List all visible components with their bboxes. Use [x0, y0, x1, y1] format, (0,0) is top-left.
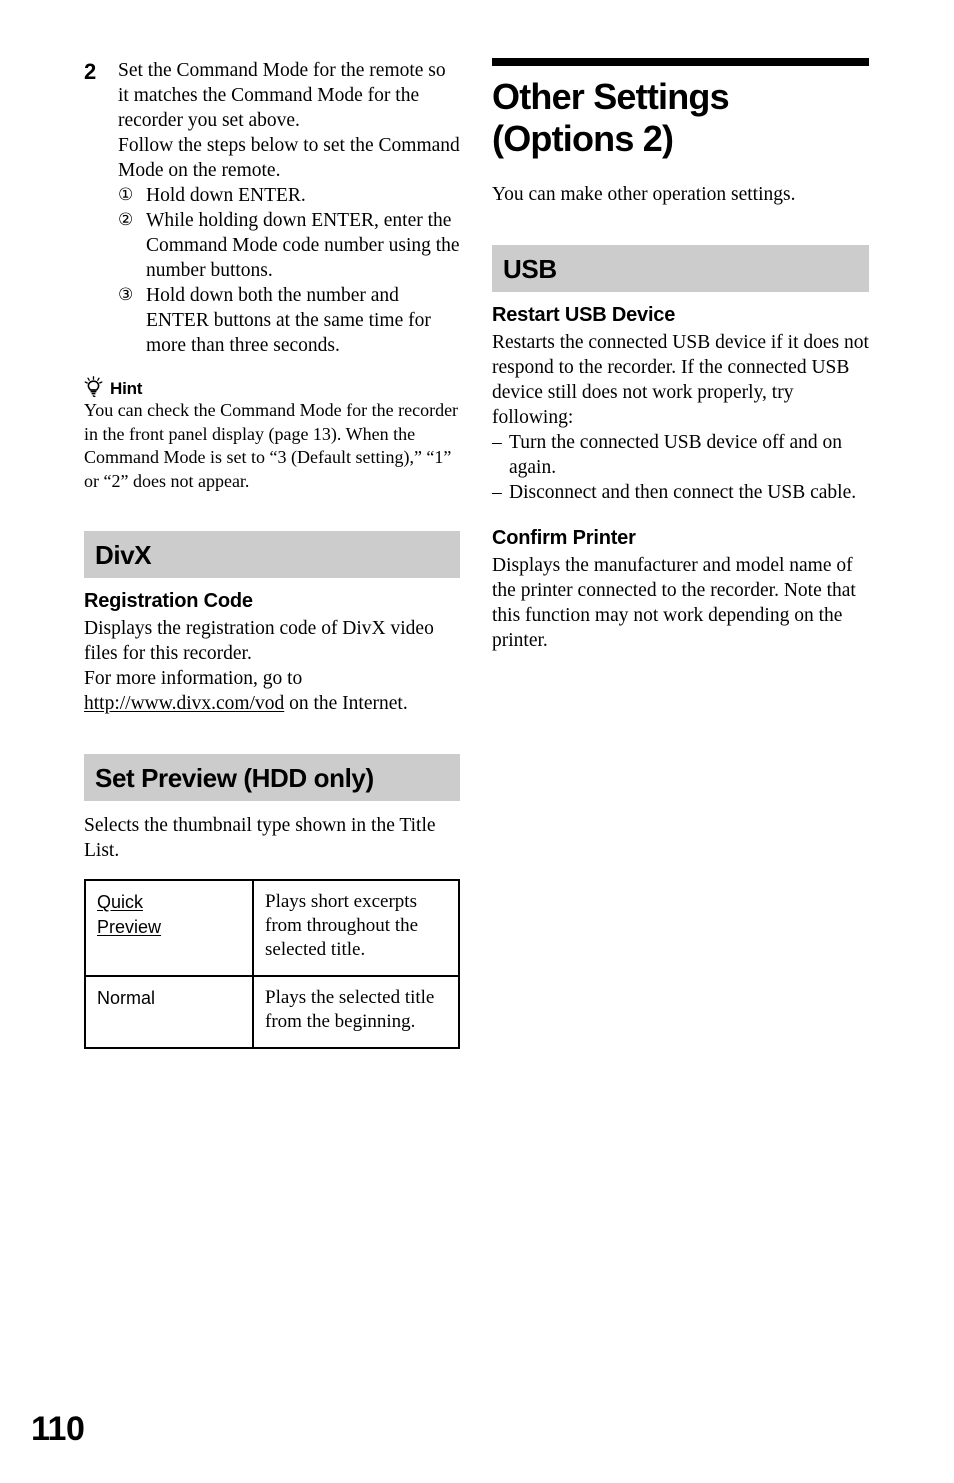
restart-usb-bullet-list: – Turn the connected USB device off and … — [492, 430, 869, 505]
circled-number-1-icon: ① — [118, 185, 134, 205]
step-paragraph-1: Set the Command Mode for the remote so i… — [118, 60, 446, 131]
hint-block: Hint You can check the Command Mode for … — [84, 376, 460, 493]
restart-usb-paragraph: Restarts the connected USB device if it … — [492, 332, 869, 428]
restart-usb-device-block: Restart USB Device Restarts the connecte… — [492, 304, 869, 505]
section-title: DivX — [95, 539, 152, 570]
section-title: USB — [503, 253, 557, 284]
section-header-divx: DivX — [84, 531, 460, 578]
set-preview-intro: Selects the thumbnail type shown in the … — [84, 815, 436, 861]
usb-section: USB Restart USB Device Restarts the conn… — [492, 245, 869, 653]
term-line-1: Normal — [97, 988, 156, 1008]
circled-number-3-icon: ③ — [118, 285, 134, 305]
page-number: 110 — [31, 1410, 85, 1448]
table-cell-description: Plays the selected title from the beginn… — [252, 975, 460, 1049]
sub-heading-restart-usb-device: Restart USB Device — [492, 304, 676, 326]
term-line-1: Quick — [97, 892, 144, 912]
divx-vod-link[interactable]: http://www.divx.com/vod — [84, 693, 284, 714]
left-column: 2 Set the Command Mode for the remote so… — [84, 58, 460, 1049]
sub-heading-confirm-printer: Confirm Printer — [492, 527, 636, 549]
list-item-text: Turn the connected USB device off and on… — [509, 432, 843, 478]
substep-text: Hold down both the number and ENTER butt… — [146, 285, 431, 356]
substep-item: ③ Hold down both the number and ENTER bu… — [118, 283, 460, 358]
hint-header: Hint — [84, 376, 460, 398]
substep-text: While holding down ENTER, enter the Comm… — [146, 210, 460, 281]
substep-text: Hold down ENTER. — [146, 185, 306, 206]
section-header-set-preview: Set Preview (HDD only) — [84, 754, 460, 801]
confirm-printer-block: Confirm Printer Displays the manufacture… — [492, 527, 869, 653]
document-page: 2 Set the Command Mode for the remote so… — [0, 0, 954, 1483]
list-item-text: Disconnect and then connect the USB cabl… — [509, 482, 857, 503]
chapter-intro: You can make other operation settings. — [492, 184, 796, 205]
set-preview-section: Set Preview (HDD only) Selects the thumb… — [84, 754, 460, 1049]
lightbulb-icon — [84, 376, 103, 398]
step-number: 2 — [84, 59, 96, 84]
divx-section: DivX Registration Code Displays the regi… — [84, 531, 460, 716]
dash-marker-icon: – — [492, 432, 502, 453]
section-title: Set Preview (HDD only) — [95, 762, 374, 793]
substep-item: ① Hold down ENTER. — [118, 183, 460, 208]
step-paragraph-2: Follow the steps below to set the Comman… — [118, 135, 460, 181]
table-row: Normal Plays the selected title from the… — [84, 975, 460, 1049]
dash-marker-icon: – — [492, 482, 502, 503]
table-cell-term: Quick Preview — [84, 879, 254, 977]
table-cell-description: Plays short excerpts from throughout the… — [252, 879, 460, 977]
table-cell-term: Normal — [84, 975, 254, 1049]
hint-text: You can check the Command Mode for the r… — [84, 400, 459, 491]
chapter-title-line-2: (Options 2) — [492, 118, 674, 159]
substep-item: ② While holding down ENTER, enter the Co… — [118, 208, 460, 283]
divx-paragraph-2-pre: For more information, go to — [84, 668, 303, 689]
page-title: Other Settings (Options 2) — [492, 76, 869, 160]
right-column: Other Settings (Options 2) You can make … — [492, 58, 869, 653]
list-item: – Turn the connected USB device off and … — [492, 430, 869, 480]
sub-heading-registration-code: Registration Code — [84, 590, 253, 612]
circled-number-2-icon: ② — [118, 210, 134, 230]
divx-paragraph-2-post: on the Internet. — [284, 693, 408, 714]
term-line-2: Preview — [97, 917, 162, 937]
confirm-printer-paragraph: Displays the manufacturer and model name… — [492, 555, 856, 651]
table-row: Quick Preview Plays short excerpts from … — [84, 879, 460, 977]
list-item: – Disconnect and then connect the USB ca… — [492, 480, 869, 505]
divx-body: Registration Code Displays the registrat… — [84, 590, 460, 716]
substep-list: ① Hold down ENTER. ② While holding down … — [118, 183, 460, 358]
chapter-title-line-1: Other Settings — [492, 76, 730, 117]
hint-label: Hint — [110, 379, 143, 398]
divx-paragraph-2: For more information, go to http://www.d… — [84, 666, 460, 716]
section-header-usb: USB — [492, 245, 869, 292]
preview-options-table: Quick Preview Plays short excerpts from … — [84, 879, 460, 1049]
divx-paragraph-1: Displays the registration code of DivX v… — [84, 618, 434, 664]
numbered-step: 2 Set the Command Mode for the remote so… — [84, 58, 460, 358]
chapter-rule — [492, 58, 869, 66]
